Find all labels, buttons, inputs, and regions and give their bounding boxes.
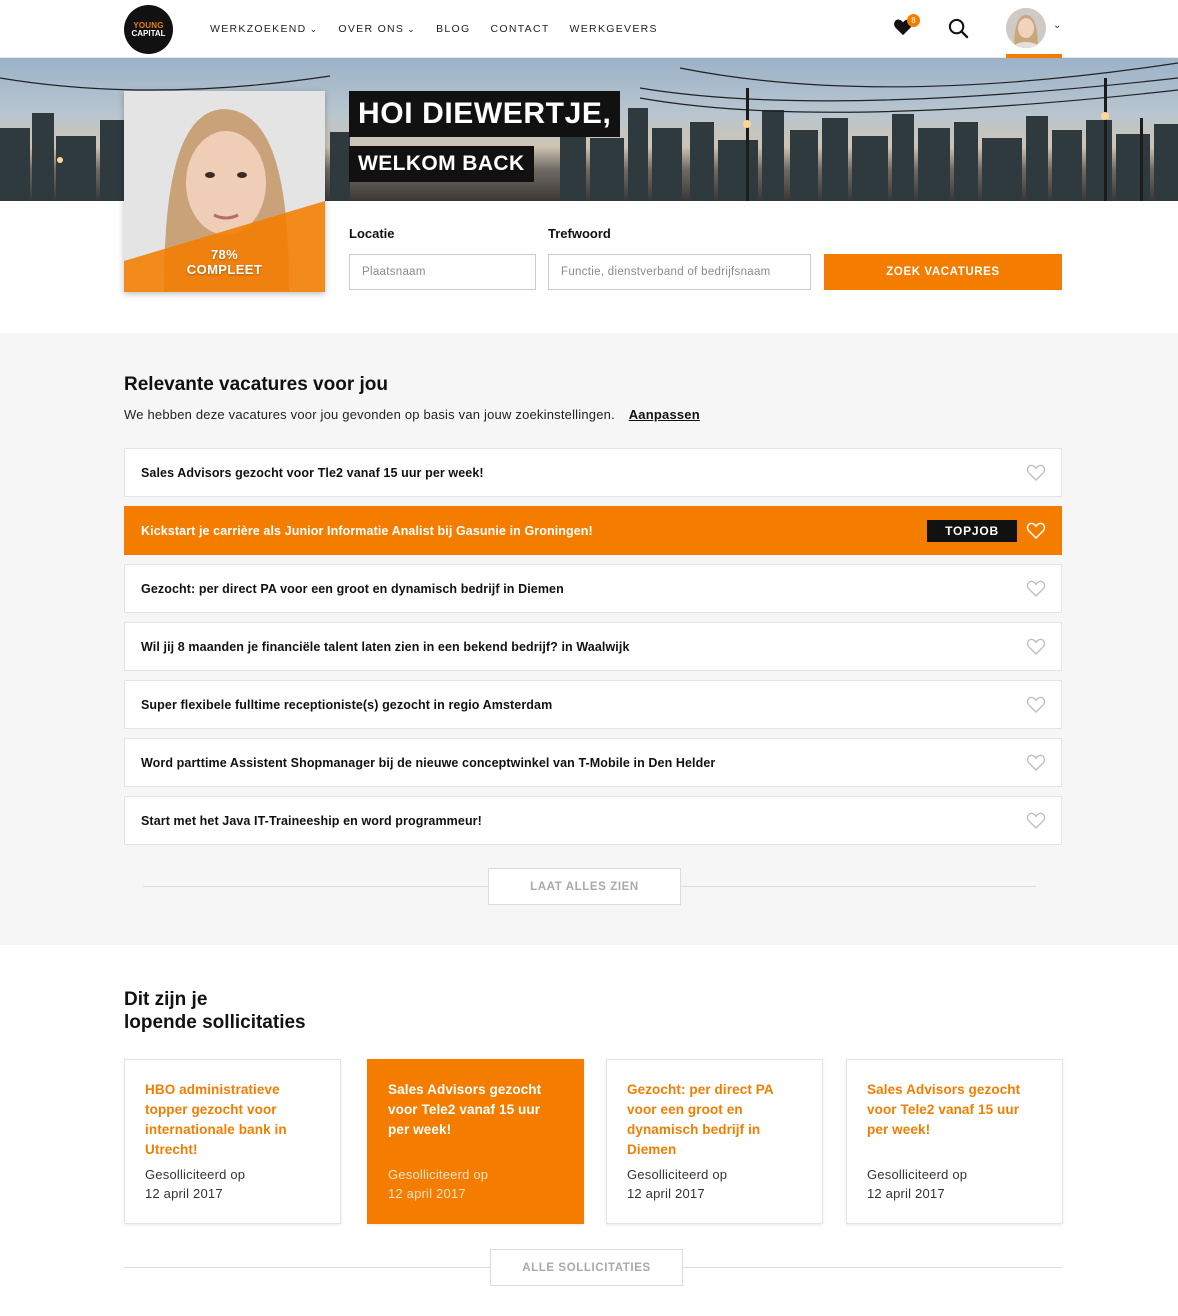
favorites-count-badge: 8 xyxy=(907,14,920,27)
nav-label: WERKGEVERS xyxy=(569,23,658,35)
application-title: Sales Advisors gezocht voor Tele2 vanaf … xyxy=(388,1082,542,1137)
application-date-block: Gesolliciteerd op 12 april 2017 xyxy=(388,1165,488,1203)
job-title: Kickstart je carrière als Junior Informa… xyxy=(141,523,593,538)
nav-blog[interactable]: BLOG xyxy=(436,23,470,35)
section-title: Relevante vacatures voor jou xyxy=(124,374,388,395)
user-avatar[interactable] xyxy=(1006,8,1046,48)
keyword-label: Trefwoord xyxy=(548,226,611,241)
chevron-down-icon[interactable]: ⌄ xyxy=(1053,20,1061,31)
avatar-image xyxy=(1006,8,1046,48)
main-nav: WERKZOEKEND ⌄ OVER ONS ⌄ BLOG CONTACT WE… xyxy=(210,0,678,58)
applied-date: 12 april 2017 xyxy=(867,1186,945,1201)
nav-werkgevers[interactable]: WERKGEVERS xyxy=(570,23,658,35)
nav-label: OVER ONS xyxy=(338,23,405,35)
heart-outline-icon[interactable] xyxy=(1026,521,1046,540)
site-header: YOUNG CAPITAL WERKZOEKEND ⌄ OVER ONS ⌄ B… xyxy=(0,0,1178,58)
applied-label: Gesolliciteerd op xyxy=(627,1167,728,1182)
search-button[interactable] xyxy=(948,18,970,40)
job-title: Start met het Java IT-Traineeship en wor… xyxy=(141,813,482,828)
application-title: Gezocht: per direct PA voor een groot en… xyxy=(627,1082,774,1157)
heart-outline-icon[interactable] xyxy=(1026,579,1046,598)
job-list: Sales Advisors gezocht voor Tle2 vanaf 1… xyxy=(124,448,1062,854)
profile-completion: 78% COMPLEET xyxy=(124,232,325,292)
applied-date: 12 april 2017 xyxy=(388,1186,466,1201)
application-card[interactable]: HBO administratieve topper gezocht voor … xyxy=(124,1059,341,1224)
chevron-down-icon: ⌄ xyxy=(309,23,319,34)
subtitle-text: We hebben deze vacatures voor jou gevond… xyxy=(124,407,615,422)
job-title: Super flexibele fulltime receptioniste(s… xyxy=(141,697,553,712)
applied-label: Gesolliciteerd op xyxy=(145,1167,246,1182)
heart-outline-icon[interactable] xyxy=(1026,463,1046,482)
heart-outline-icon[interactable] xyxy=(1026,811,1046,830)
applications-title-line2: lopende sollicitaties xyxy=(124,1012,306,1033)
location-label: Locatie xyxy=(349,226,395,241)
applied-date: 12 april 2017 xyxy=(145,1186,223,1201)
greeting-subtitle: WELKOM BACK xyxy=(349,146,534,182)
show-all-button[interactable]: LAAT ALLES ZIEN xyxy=(488,868,681,905)
chevron-down-icon: ⌄ xyxy=(407,23,417,34)
application-card-active[interactable]: Sales Advisors gezocht voor Tele2 vanaf … xyxy=(367,1059,584,1224)
search-jobs-button[interactable]: ZOEK VACATURES xyxy=(824,254,1062,290)
job-item[interactable]: Start met het Java IT-Traineeship en wor… xyxy=(124,796,1062,845)
profile-completion-pct: 78% xyxy=(210,247,239,262)
nav-label: CONTACT xyxy=(490,23,550,35)
adjust-link[interactable]: Aanpassen xyxy=(629,407,700,422)
application-card[interactable]: Sales Advisors gezocht voor Tele2 vanaf … xyxy=(846,1059,1063,1224)
nav-werkzoekend[interactable]: WERKZOEKEND ⌄ xyxy=(210,23,318,35)
applied-label: Gesolliciteerd op xyxy=(867,1167,968,1182)
logo-text-capital: CAPITAL xyxy=(131,28,166,38)
job-item[interactable]: Super flexibele fulltime receptioniste(s… xyxy=(124,680,1062,729)
profile-photo-card[interactable]: 78% COMPLEET xyxy=(124,91,325,292)
applications-title-line1: Dit zijn je xyxy=(124,989,208,1010)
application-date-block: Gesolliciteerd op 12 april 2017 xyxy=(627,1165,727,1203)
job-item[interactable]: Sales Advisors gezocht voor Tle2 vanaf 1… xyxy=(124,448,1062,497)
profile-completion-label: COMPLEET xyxy=(186,262,263,277)
application-date-block: Gesolliciteerd op 12 april 2017 xyxy=(145,1165,245,1203)
nav-label: BLOG xyxy=(436,23,471,35)
nav-over-ons[interactable]: OVER ONS ⌄ xyxy=(338,23,416,35)
job-item[interactable]: Gezocht: per direct PA voor een groot en… xyxy=(124,564,1062,613)
job-item-topjob[interactable]: Kickstart je carrière als Junior Informa… xyxy=(124,506,1062,555)
search-icon xyxy=(948,18,969,39)
job-title: Sales Advisors gezocht voor Tle2 vanaf 1… xyxy=(141,465,484,480)
location-input[interactable] xyxy=(349,254,536,290)
nav-contact[interactable]: CONTACT xyxy=(490,23,549,35)
job-title: Wil jij 8 maanden je financiële talent l… xyxy=(141,639,630,654)
application-date-block: Gesolliciteerd op 12 april 2017 xyxy=(867,1165,967,1203)
heart-outline-icon[interactable] xyxy=(1026,753,1046,772)
application-card[interactable]: Gezocht: per direct PA voor een groot en… xyxy=(606,1059,823,1224)
youngcapital-logo[interactable]: YOUNG CAPITAL xyxy=(124,5,173,54)
section-subtitle: We hebben deze vacatures voor jou gevond… xyxy=(124,407,700,422)
job-item[interactable]: Word parttime Assistent Shopmanager bij … xyxy=(124,738,1062,787)
favorites-button[interactable]: 8 xyxy=(893,14,920,38)
job-title: Word parttime Assistent Shopmanager bij … xyxy=(141,755,716,770)
application-title: Sales Advisors gezocht voor Tele2 vanaf … xyxy=(867,1082,1021,1137)
keyword-input[interactable] xyxy=(548,254,811,290)
applied-date: 12 april 2017 xyxy=(627,1186,705,1201)
applied-label: Gesolliciteerd op xyxy=(388,1167,489,1182)
application-title: HBO administratieve topper gezocht voor … xyxy=(145,1082,287,1157)
job-item[interactable]: Wil jij 8 maanden je financiële talent l… xyxy=(124,622,1062,671)
nav-label: WERKZOEKEND xyxy=(210,23,307,35)
heart-outline-icon[interactable] xyxy=(1026,637,1046,656)
topjob-badge: TOPJOB xyxy=(927,520,1017,542)
heart-outline-icon[interactable] xyxy=(1026,695,1046,714)
greeting-title: HOI DIEWERTJE, xyxy=(349,91,621,137)
all-applications-button[interactable]: ALLE SOLLICITATIES xyxy=(490,1249,683,1286)
job-title: Gezocht: per direct PA voor een groot en… xyxy=(141,581,564,596)
applications-title: Dit zijn je lopende sollicitaties xyxy=(124,988,306,1034)
